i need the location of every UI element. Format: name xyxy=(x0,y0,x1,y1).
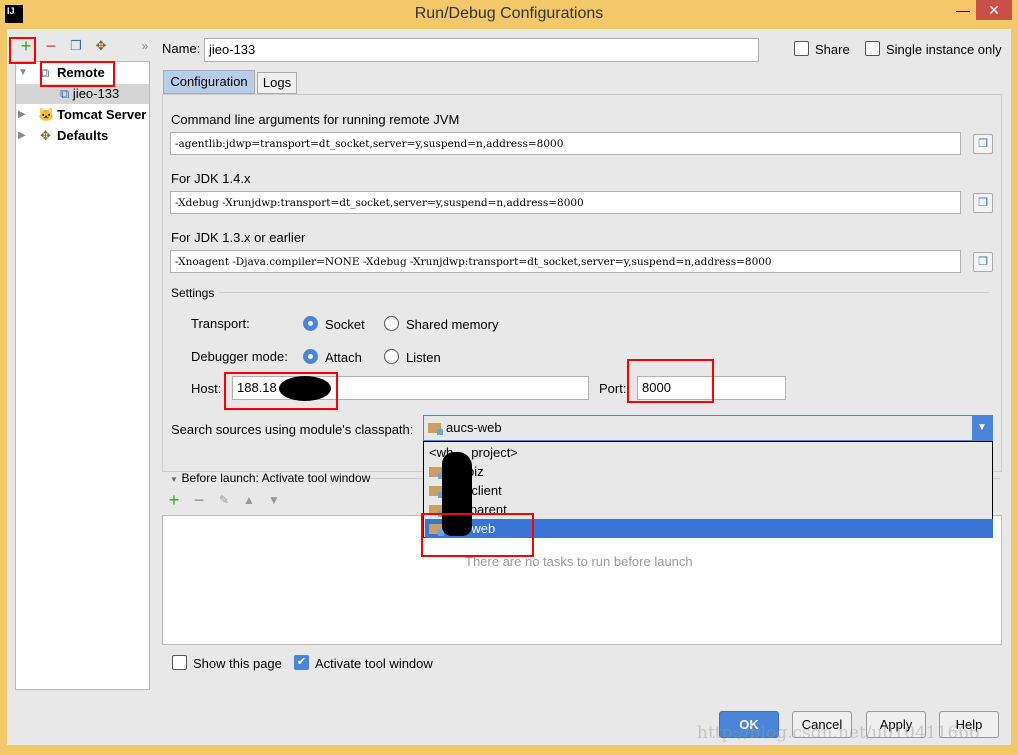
annotation-box xyxy=(421,513,534,557)
jdk13-args-field[interactable]: -Xnoagent -Djava.compiler=NONE -Xdebug -… xyxy=(170,250,961,273)
collapse-icon[interactable]: ▼ xyxy=(18,63,28,83)
shared-memory-radio[interactable] xyxy=(384,316,399,331)
close-button[interactable]: ✕ xyxy=(976,0,1012,20)
name-label: Name: xyxy=(162,41,201,56)
before-launch-label: Before launch: Activate tool window xyxy=(181,471,371,485)
tree-item-label: jieo-133 xyxy=(72,86,120,101)
transport-label: Transport: xyxy=(191,316,250,331)
port-label: Port: xyxy=(599,381,627,396)
wrench-icon[interactable]: ✥ xyxy=(93,38,109,54)
show-page-checkbox[interactable] xyxy=(172,655,187,670)
socket-radio[interactable] xyxy=(303,316,318,331)
dialog-body: + − ❐ ✥ » ▼ ⧉ Remote ⧉ jieo-133 ▶ 🐱 Tomc… xyxy=(7,29,1011,745)
share-checkbox[interactable] xyxy=(794,41,809,56)
classpath-value: aucs-web xyxy=(446,420,502,435)
dropdown-item-biz[interactable]: biz xyxy=(425,462,993,481)
name-input[interactable]: jieo-133 xyxy=(204,38,759,62)
tree-item-tomcat-server[interactable]: Tomcat Server xyxy=(57,105,146,125)
expand-icon[interactable]: ▶ xyxy=(18,126,26,146)
module-folder-icon xyxy=(429,467,444,479)
arrow-down-icon[interactable]: ▼ xyxy=(266,492,282,508)
minimize-button[interactable]: — xyxy=(950,0,976,20)
annotation-box xyxy=(9,37,36,64)
minus-icon[interactable]: − xyxy=(43,37,59,55)
module-folder-icon xyxy=(428,423,443,435)
socket-label: Socket xyxy=(325,317,365,332)
tomcat-icon: 🐱 xyxy=(38,107,55,122)
settings-label: Settings xyxy=(171,286,215,300)
divider xyxy=(219,292,989,293)
jdk13-label: For JDK 1.3.x or earlier xyxy=(171,230,306,245)
chevron-double-right-icon[interactable]: » xyxy=(137,38,153,54)
annotation-box xyxy=(627,359,714,403)
jdk14-args-field[interactable]: -Xdebug -Xrunjdwp:transport=dt_socket,se… xyxy=(170,191,961,214)
activate-tool-window-checkbox[interactable]: ✔ xyxy=(294,655,309,670)
single-instance-label: Single instance only xyxy=(886,42,1002,57)
collapse-icon[interactable]: ▼ xyxy=(170,475,178,484)
copy-icon[interactable]: ❐ xyxy=(68,38,84,54)
cmd-label: Command line arguments for running remot… xyxy=(171,112,460,127)
watermark: http://blog.csdn.net/u010411666 xyxy=(697,723,980,743)
classpath-select[interactable]: aucs-web ▼ xyxy=(423,415,993,441)
copy-icon[interactable]: ❐ xyxy=(973,134,993,154)
shared-memory-label: Shared memory xyxy=(406,317,499,332)
window-title: Run/Debug Configurations xyxy=(414,5,604,22)
plus-icon[interactable]: + xyxy=(166,491,182,509)
dropdown-item-client[interactable]: -client xyxy=(425,481,993,500)
single-instance-checkbox[interactable] xyxy=(865,41,880,56)
annotation-box xyxy=(40,61,115,87)
tree-item-defaults[interactable]: Defaults xyxy=(57,126,108,146)
share-label: Share xyxy=(815,42,850,57)
attach-label: Attach xyxy=(325,350,362,365)
tab-configuration[interactable]: Configuration xyxy=(163,70,255,94)
host-label: Host: xyxy=(191,381,222,396)
copy-icon[interactable]: ❐ xyxy=(973,193,993,213)
attach-radio[interactable] xyxy=(303,349,318,364)
show-page-label: Show this page xyxy=(193,656,282,671)
activate-tool-window-label: Activate tool window xyxy=(315,656,433,671)
remote-icon: ⧉ xyxy=(60,86,70,101)
dropdown-item-whole-project[interactable]: <wh project> xyxy=(425,443,993,462)
tree-item-jieo-133[interactable]: ⧉ jieo-133 xyxy=(16,84,149,104)
jdk14-label: For JDK 1.4.x xyxy=(171,171,251,186)
arrow-up-icon[interactable]: ▲ xyxy=(241,492,257,508)
config-tree: ▼ ⧉ Remote ⧉ jieo-133 ▶ 🐱 Tomcat Server … xyxy=(15,61,150,690)
debugger-mode-label: Debugger mode: xyxy=(191,349,288,364)
expand-icon[interactable]: ▶ xyxy=(18,105,26,125)
chevron-down-icon[interactable]: ▼ xyxy=(972,416,992,440)
tab-logs[interactable]: Logs xyxy=(257,72,297,94)
annotation-box xyxy=(224,372,338,410)
cmd-args-field[interactable]: -agentlib:jdwp=transport=dt_socket,serve… xyxy=(170,132,961,155)
listen-label: Listen xyxy=(406,350,441,365)
listen-radio[interactable] xyxy=(384,349,399,364)
wrench-icon: ✥ xyxy=(40,128,51,143)
module-folder-icon xyxy=(429,486,444,498)
classpath-label: Search sources using module's classpath: xyxy=(171,422,414,437)
pencil-icon[interactable]: ✎ xyxy=(216,492,232,508)
minus-icon[interactable]: − xyxy=(191,491,207,509)
app-logo: IJ xyxy=(5,5,23,23)
copy-icon[interactable]: ❐ xyxy=(973,252,993,272)
